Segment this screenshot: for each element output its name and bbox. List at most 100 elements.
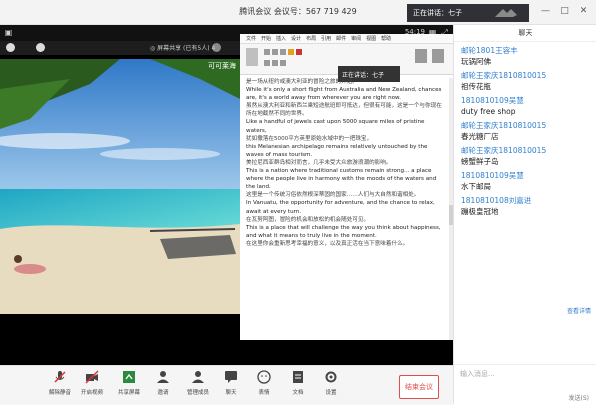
chat-label: 聊天 — [225, 390, 237, 396]
avatar[interactable] — [6, 43, 15, 52]
tab-insert[interactable]: 插入 — [276, 35, 286, 42]
tab-references[interactable]: 引用 — [321, 35, 331, 42]
end-meeting-button[interactable]: 结束会议 — [399, 375, 439, 399]
tab-mailings[interactable]: 邮件 — [336, 35, 346, 42]
invite-icon — [157, 371, 169, 383]
share-screen-label: 共享屏幕 — [117, 390, 140, 396]
chat-text: 蹦极皇冠地 — [461, 207, 499, 216]
video-caption: 可可莱海 — [208, 62, 236, 70]
document-icon — [293, 371, 303, 383]
manage-members-button[interactable]: 管理成员 — [183, 370, 213, 396]
doc-paragraph: 是一场从纽约或澳大利亚的冒险之旅的开始。 — [246, 79, 358, 85]
screen-share-icon[interactable]: ▣ — [4, 28, 13, 37]
chat-sender: 1810810109吴慧 — [461, 96, 524, 105]
chat-message: 邮轮王家庆1810810015 祖传花瓶 — [461, 70, 596, 92]
chat-sender: 1810810108刘嘉进 — [461, 196, 532, 205]
send-button[interactable]: 发送(S) — [569, 393, 590, 402]
chat-message: 1810810109吴慧 水下邮局 — [461, 170, 596, 192]
chat-sender: 邮轮王家庆1810810015 — [461, 146, 547, 155]
settings-button[interactable]: 设置 — [316, 370, 346, 396]
chat-text: 春光糖厂店 — [461, 132, 499, 141]
align-left-icon[interactable] — [264, 60, 270, 66]
paste-icon[interactable] — [246, 48, 258, 66]
meeting-toolbar: 解除静音 开启视频 共享屏幕 邀请 管理成员 聊天 表情 文档 设置 结束会议 — [0, 365, 453, 405]
chat-icon — [225, 371, 237, 383]
chat-input[interactable]: 输入消息... 发送(S) — [454, 364, 596, 405]
tab-design[interactable]: 设计 — [291, 35, 301, 42]
camera-off-icon — [85, 370, 99, 384]
emoji-button[interactable]: 表情 — [249, 370, 279, 396]
highlight-icon[interactable] — [288, 49, 294, 55]
unmute-label: 解除静音 — [48, 390, 71, 396]
tab-help[interactable]: 帮助 — [381, 35, 391, 42]
view-details-link[interactable]: 查看详情 — [567, 306, 591, 315]
chat-button[interactable]: 聊天 — [216, 370, 246, 396]
tab-view[interactable]: 视图 — [366, 35, 376, 42]
doc-paragraph: In Vanuatu, the opportunity for adventur… — [246, 200, 435, 215]
doc-paragraph: 在瓦努阿图，冒险的机会和放松的机会随处可见。 — [246, 216, 370, 223]
document-button[interactable]: 文档 — [283, 370, 313, 396]
emoji-icon — [257, 370, 271, 384]
document-body: 是一场从纽约或澳大利亚的冒险之旅的开始。 While it's only a s… — [246, 78, 446, 248]
chat-message: 1810810109吴慧 duty free shop — [461, 95, 596, 117]
settings-label: 设置 — [325, 390, 337, 396]
chat-text: duty free shop — [461, 107, 516, 116]
speaking-indicator: 正在讲话：七子 — [407, 4, 529, 22]
chat-message: 1810810108刘嘉进 蹦极皇冠地 — [461, 195, 596, 217]
share-screen-icon — [123, 371, 135, 383]
start-video-button[interactable]: 开启视频 — [77, 370, 107, 396]
members-icon — [192, 371, 204, 383]
manage-members-label: 管理成员 — [186, 390, 209, 396]
align-right-icon[interactable] — [280, 60, 286, 66]
document-label: 文档 — [292, 390, 304, 396]
minimize-icon[interactable]: — — [537, 2, 554, 19]
chat-text: 螃蟹鲜子岛 — [461, 157, 499, 166]
bold-icon[interactable] — [264, 49, 270, 55]
doc-paragraph: 在这里你会重新思考幸福的意义，以及真正活在当下意味着什么。 — [246, 240, 409, 247]
chat-message: 邮轮1801王容丰 玩锅阿佛 — [461, 45, 596, 67]
participant-strip: ◎ 屏幕共享 (已有5人) 4 — [0, 41, 240, 55]
chat-sender: 邮轮王家庆1810810015 — [461, 121, 547, 130]
find-icon[interactable] — [432, 49, 444, 63]
mic-muted-icon — [54, 371, 66, 383]
close-icon[interactable]: ✕ — [575, 2, 592, 19]
italic-icon[interactable] — [272, 49, 278, 55]
doc-paragraph: Like a handful of jewels cast upon 5000 … — [246, 119, 425, 134]
shared-document: 文件 开始 插入 设计 布局 引用 邮件 审阅 视图 帮助 正在讲话：七子 是一… — [240, 34, 453, 340]
doc-paragraph: This is a place that will challenge the … — [246, 224, 441, 239]
tab-home[interactable]: 开始 — [261, 35, 271, 42]
beach-image — [0, 59, 240, 314]
shared-video-beach: 可可莱海 — [0, 59, 240, 314]
unmute-button[interactable]: 解除静音 — [45, 370, 75, 396]
chat-sender: 邮轮1801王容丰 — [461, 46, 518, 55]
start-video-label: 开启视频 — [80, 390, 103, 396]
brand-logo-icon — [495, 9, 517, 17]
chat-text: 玩锅阿佛 — [461, 57, 491, 66]
share-screen-button[interactable]: 共享屏幕 — [114, 370, 144, 396]
chat-message: 邮轮王家庆1810810015 春光糖厂店 — [461, 120, 596, 142]
maximize-icon[interactable]: □ — [556, 2, 573, 19]
doc-paragraph: 犹如撒落在5000平方英里原始水域中的一把珠宝， — [246, 135, 373, 142]
doc-paragraph: This is a nation where traditional custo… — [246, 168, 437, 191]
tab-review[interactable]: 审阅 — [351, 35, 361, 42]
styles-icon[interactable] — [415, 49, 427, 63]
doc-paragraph: While it's only a short flight from Aust… — [246, 87, 442, 102]
chat-message: 邮轮王家庆1810810015 螃蟹鲜子岛 — [461, 145, 596, 167]
doc-paragraph: 这里是一个传统习俗依然根深蒂固的国家……人们与大自然和谐相处。 — [246, 192, 420, 199]
share-status: ◎ 屏幕共享 (已有5人) 4 — [150, 45, 216, 52]
invite-button[interactable]: 邀请 — [148, 370, 178, 396]
chat-input-placeholder: 输入消息... — [460, 370, 495, 378]
font-color-icon[interactable] — [296, 49, 302, 55]
chat-message-list: 邮轮1801王容丰 玩锅阿佛 邮轮王家庆1810810015 祖传花瓶 1810… — [454, 42, 596, 217]
tab-file[interactable]: 文件 — [246, 35, 256, 42]
tab-layout[interactable]: 布局 — [306, 35, 316, 42]
window-controls: — □ ✕ — [537, 2, 592, 19]
align-center-icon[interactable] — [272, 60, 278, 66]
settings-icon — [325, 371, 337, 383]
doc-paragraph: 虽然从澳大利亚和新西兰乘短途航班即可抵达，但很有可能，这是一个与你现在所在地截然… — [246, 103, 442, 118]
chat-sender: 邮轮王家庆1810810015 — [461, 71, 547, 80]
chat-panel: 聊天 邮轮1801王容丰 玩锅阿佛 邮轮王家庆1810810015 祖传花瓶 1… — [453, 25, 596, 404]
chat-text: 祖传花瓶 — [461, 82, 491, 91]
avatar[interactable] — [36, 43, 45, 52]
underline-icon[interactable] — [280, 49, 286, 55]
